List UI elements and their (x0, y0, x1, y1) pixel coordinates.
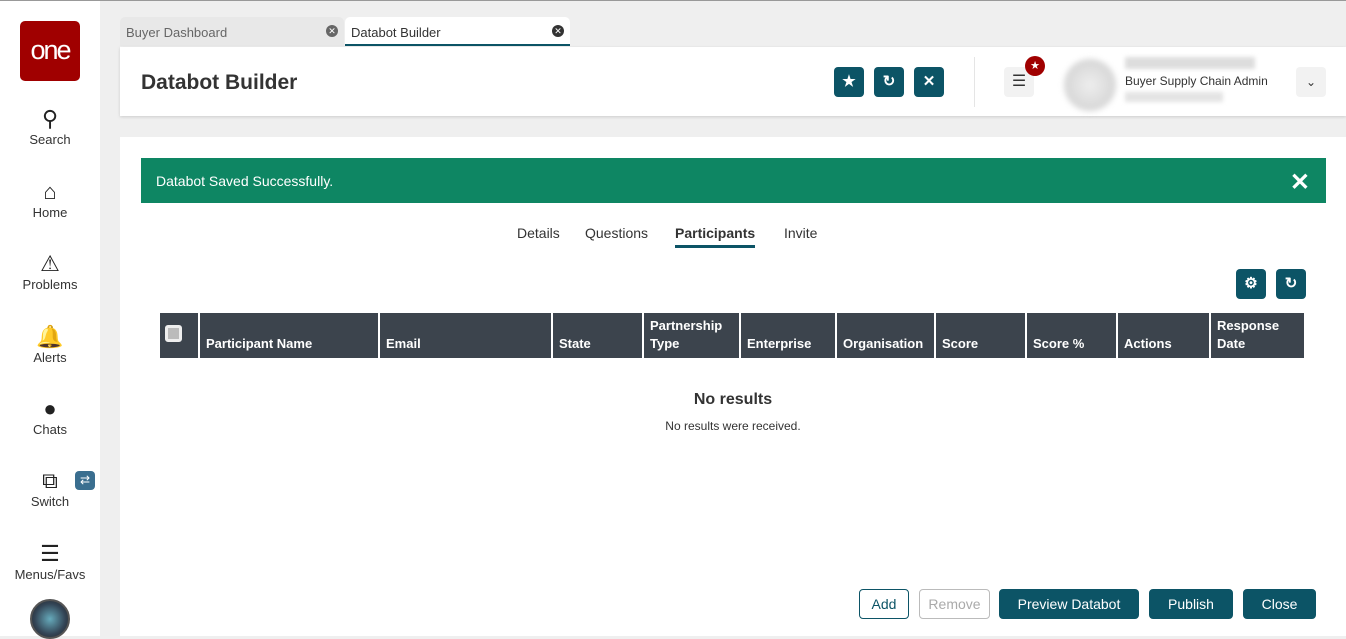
main-panel: Databot Saved Successfully. ✕ Details Que… (120, 137, 1346, 636)
user-avatar[interactable] (1064, 59, 1116, 111)
empty-title: No results (693, 391, 773, 408)
divider (974, 57, 975, 107)
column-header[interactable]: Actions (1116, 313, 1210, 358)
sidebar-item-search[interactable]: ⚲ Search (0, 106, 100, 147)
column-header[interactable]: Partnership Type (642, 313, 740, 358)
sidebar-item-chats[interactable]: ● Chats (0, 396, 100, 437)
column-header[interactable]: Response Date (1209, 313, 1304, 358)
chat-icon: ● (43, 396, 57, 421)
close-tab-icon[interactable]: ✕ (326, 25, 338, 37)
sidebar-item-alerts[interactable]: 🔔 Alerts (0, 324, 100, 365)
success-banner: Databot Saved Successfully. ✕ (141, 158, 1326, 203)
preview-databot-button[interactable]: Preview Databot (999, 589, 1139, 619)
page-header: Databot Builder ★ ↻ ✕ ☰ ★ Buyer Supply C… (120, 47, 1346, 116)
column-header[interactable]: State (551, 313, 643, 358)
tab-databot-builder[interactable]: Databot Builder ✕ (345, 17, 570, 46)
user-name-blurred (1125, 57, 1255, 69)
menu-icon: ☰ (40, 541, 60, 566)
user-role: Buyer Supply Chain Admin (1125, 74, 1268, 88)
sidebar-item-problems[interactable]: ⚠ Problems (0, 251, 100, 292)
column-header[interactable]: Email (378, 313, 552, 358)
sidebar-item-home[interactable]: ⌂ Home (0, 179, 100, 220)
home-icon: ⌂ (43, 179, 57, 204)
column-header[interactable]: Score (934, 313, 1026, 358)
empty-message: No results were received. (665, 419, 801, 433)
assistant-avatar[interactable] (30, 599, 70, 639)
tab-details[interactable]: Details (517, 225, 560, 241)
refresh-table-button[interactable]: ↻ (1276, 269, 1306, 299)
tab-participants[interactable]: Participants (675, 225, 756, 248)
publish-button[interactable]: Publish (1149, 589, 1233, 619)
column-header[interactable]: Enterprise (739, 313, 836, 358)
column-settings-button[interactable]: ⚙ (1236, 269, 1266, 299)
sidebar: one ⚲ Search ⌂ Home ⚠ Problems 🔔 Alerts ● Cha… (0, 1, 100, 639)
close-button[interactable]: Close (1243, 589, 1316, 619)
column-header[interactable]: Score % (1025, 313, 1117, 358)
page-title: Databot Builder (141, 71, 298, 94)
user-menu-chevron-icon[interactable]: ⌄ (1296, 67, 1326, 97)
sidebar-item-menus[interactable]: ☰ Menus/Favs (0, 541, 100, 582)
participants-table: Participant Name Email State Partnership… (160, 313, 1304, 358)
bell-icon: 🔔 (36, 324, 64, 349)
close-page-button[interactable]: ✕ (914, 67, 944, 97)
remove-button[interactable]: Remove (919, 589, 990, 619)
tab-invite[interactable]: Invite (784, 225, 817, 241)
column-header[interactable]: Organisation (835, 313, 935, 358)
add-button[interactable]: Add (859, 589, 909, 619)
switch-badge-icon[interactable]: ⇄ (75, 471, 95, 490)
user-org-blurred (1125, 92, 1223, 102)
star-badge-icon: ★ (1025, 56, 1045, 76)
refresh-button[interactable]: ↻ (874, 67, 904, 97)
tab-buyer-dashboard[interactable]: Buyer Dashboard ✕ (120, 17, 344, 46)
warning-icon: ⚠ (40, 251, 60, 276)
close-tab-icon[interactable]: ✕ (552, 25, 564, 37)
app-logo[interactable]: one (20, 21, 80, 81)
tab-questions[interactable]: Questions (585, 225, 648, 241)
close-icon[interactable]: ✕ (1290, 168, 1310, 197)
select-all-checkbox[interactable] (160, 313, 199, 358)
favorite-button[interactable]: ★ (834, 67, 864, 97)
column-header[interactable]: Participant Name (198, 313, 379, 358)
search-icon: ⚲ (41, 106, 59, 131)
